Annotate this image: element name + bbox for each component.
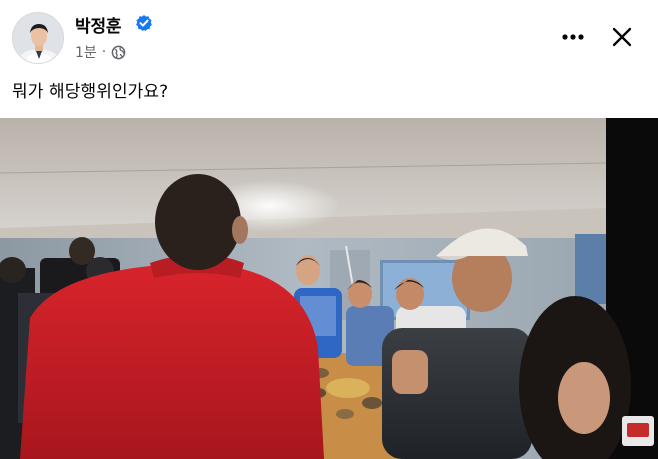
close-button[interactable] bbox=[604, 20, 640, 54]
post-meta: 1분 · bbox=[75, 42, 126, 62]
author-name[interactable]: 박정훈 bbox=[75, 12, 122, 37]
more-horizontal-icon bbox=[562, 34, 584, 40]
more-options-button[interactable] bbox=[556, 22, 590, 52]
meta-separator: · bbox=[101, 44, 107, 60]
verified-badge-icon bbox=[135, 14, 153, 32]
facebook-post: 박정훈 1분 · 뭐가 해당행위인가요? bbox=[0, 0, 658, 459]
author-avatar[interactable] bbox=[12, 12, 64, 64]
post-text: 뭐가 해당행위인가요? bbox=[12, 82, 169, 102]
globe-icon[interactable] bbox=[111, 45, 126, 60]
post-video-media[interactable] bbox=[0, 118, 658, 459]
post-timestamp[interactable]: 1분 bbox=[75, 42, 97, 62]
close-icon bbox=[612, 27, 632, 47]
